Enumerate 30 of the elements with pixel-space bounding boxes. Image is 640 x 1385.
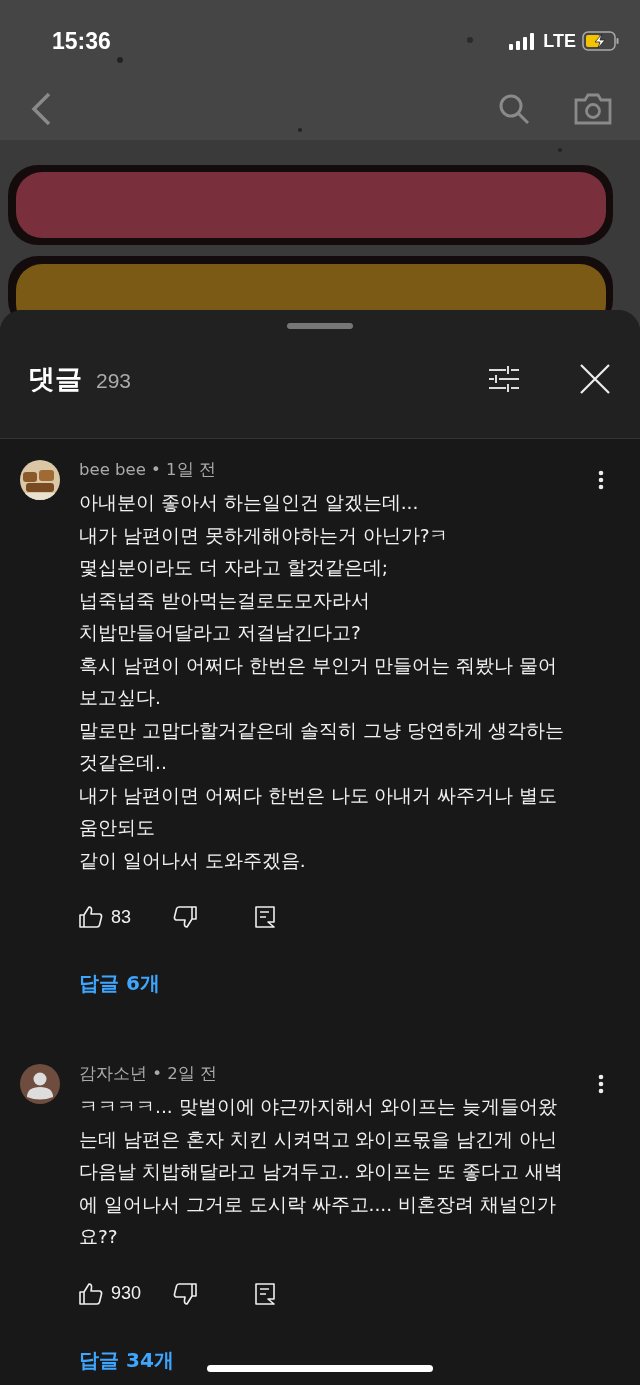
more-options-icon[interactable] [598,470,604,490]
avatar-icon[interactable] [20,1064,60,1104]
battery-icon [582,31,620,51]
comment-count: 293 [96,369,132,393]
drag-handle[interactable] [287,323,353,329]
like-count: 930 [111,1283,142,1304]
comment-text: ㅋㅋㅋㅋ... 맞벌이에 야근까지해서 와이프는 늦게들어왔 는데 남편은 혼자 치킨 시켜먹고 와이프몫을 남긴게 아닌 다음날 치밥해달라고 남겨두고.. 와이프는 또 좋다고 새벽 에 일어나서 그거로 도시락 싸주고.... 비혼장려 채널인가 요?? [79,1095,565,1249]
thumbs-up-icon [79,906,103,928]
replies-link[interactable]: 답글 34개 [79,1346,174,1374]
dislike-button[interactable] [173,1282,197,1305]
camera-icon[interactable] [574,93,612,125]
comment-meta: bee bee • 1일 전 [79,459,216,481]
reply-button[interactable] [255,906,275,928]
filter-icon[interactable] [488,366,520,392]
sheet-title: 댓글 [28,362,82,396]
like-count: 83 [111,906,132,928]
comment-text: 아내분이 좋아서 하는일인건 알겠는데... 내가 남편이면 못하게해야하는거 아닌가?ㅋ 몇십분이라도 더 자라고 할것같은데; 넙죽넙죽 받아먹는걸로도모자라서 치밥만들어달라고 저걸남긴다고? 혹시 남편이 어쩌다 한번은 부인거 만들어는 줘봤나 물어 보고싶다. 말로만 고맙다할거같은데 솔직히 그냥 당연하게 생각하는 것같은데.. 내가 남편이면 어쩌다 한번은 나도 아내거 싸주거나 별도 움안되도 같이 일어나서 도와주겠음. [79,491,566,873]
back-icon[interactable] [30,92,52,126]
reply-button[interactable] [255,1282,275,1305]
comment-meta: 감자소년 • 2일 전 [79,1063,217,1085]
close-icon[interactable] [580,364,610,394]
like-button[interactable]: 83 [79,906,173,928]
dislike-button[interactable] [173,906,197,928]
search-icon[interactable] [498,93,530,125]
thumbs-up-icon [79,1282,103,1305]
like-button[interactable]: 930 [79,1282,173,1305]
status-time: 15:36 [52,27,111,55]
network-label: LTE [543,30,576,52]
more-options-icon[interactable] [598,1074,604,1094]
replies-link[interactable]: 답글 6개 [79,970,160,997]
